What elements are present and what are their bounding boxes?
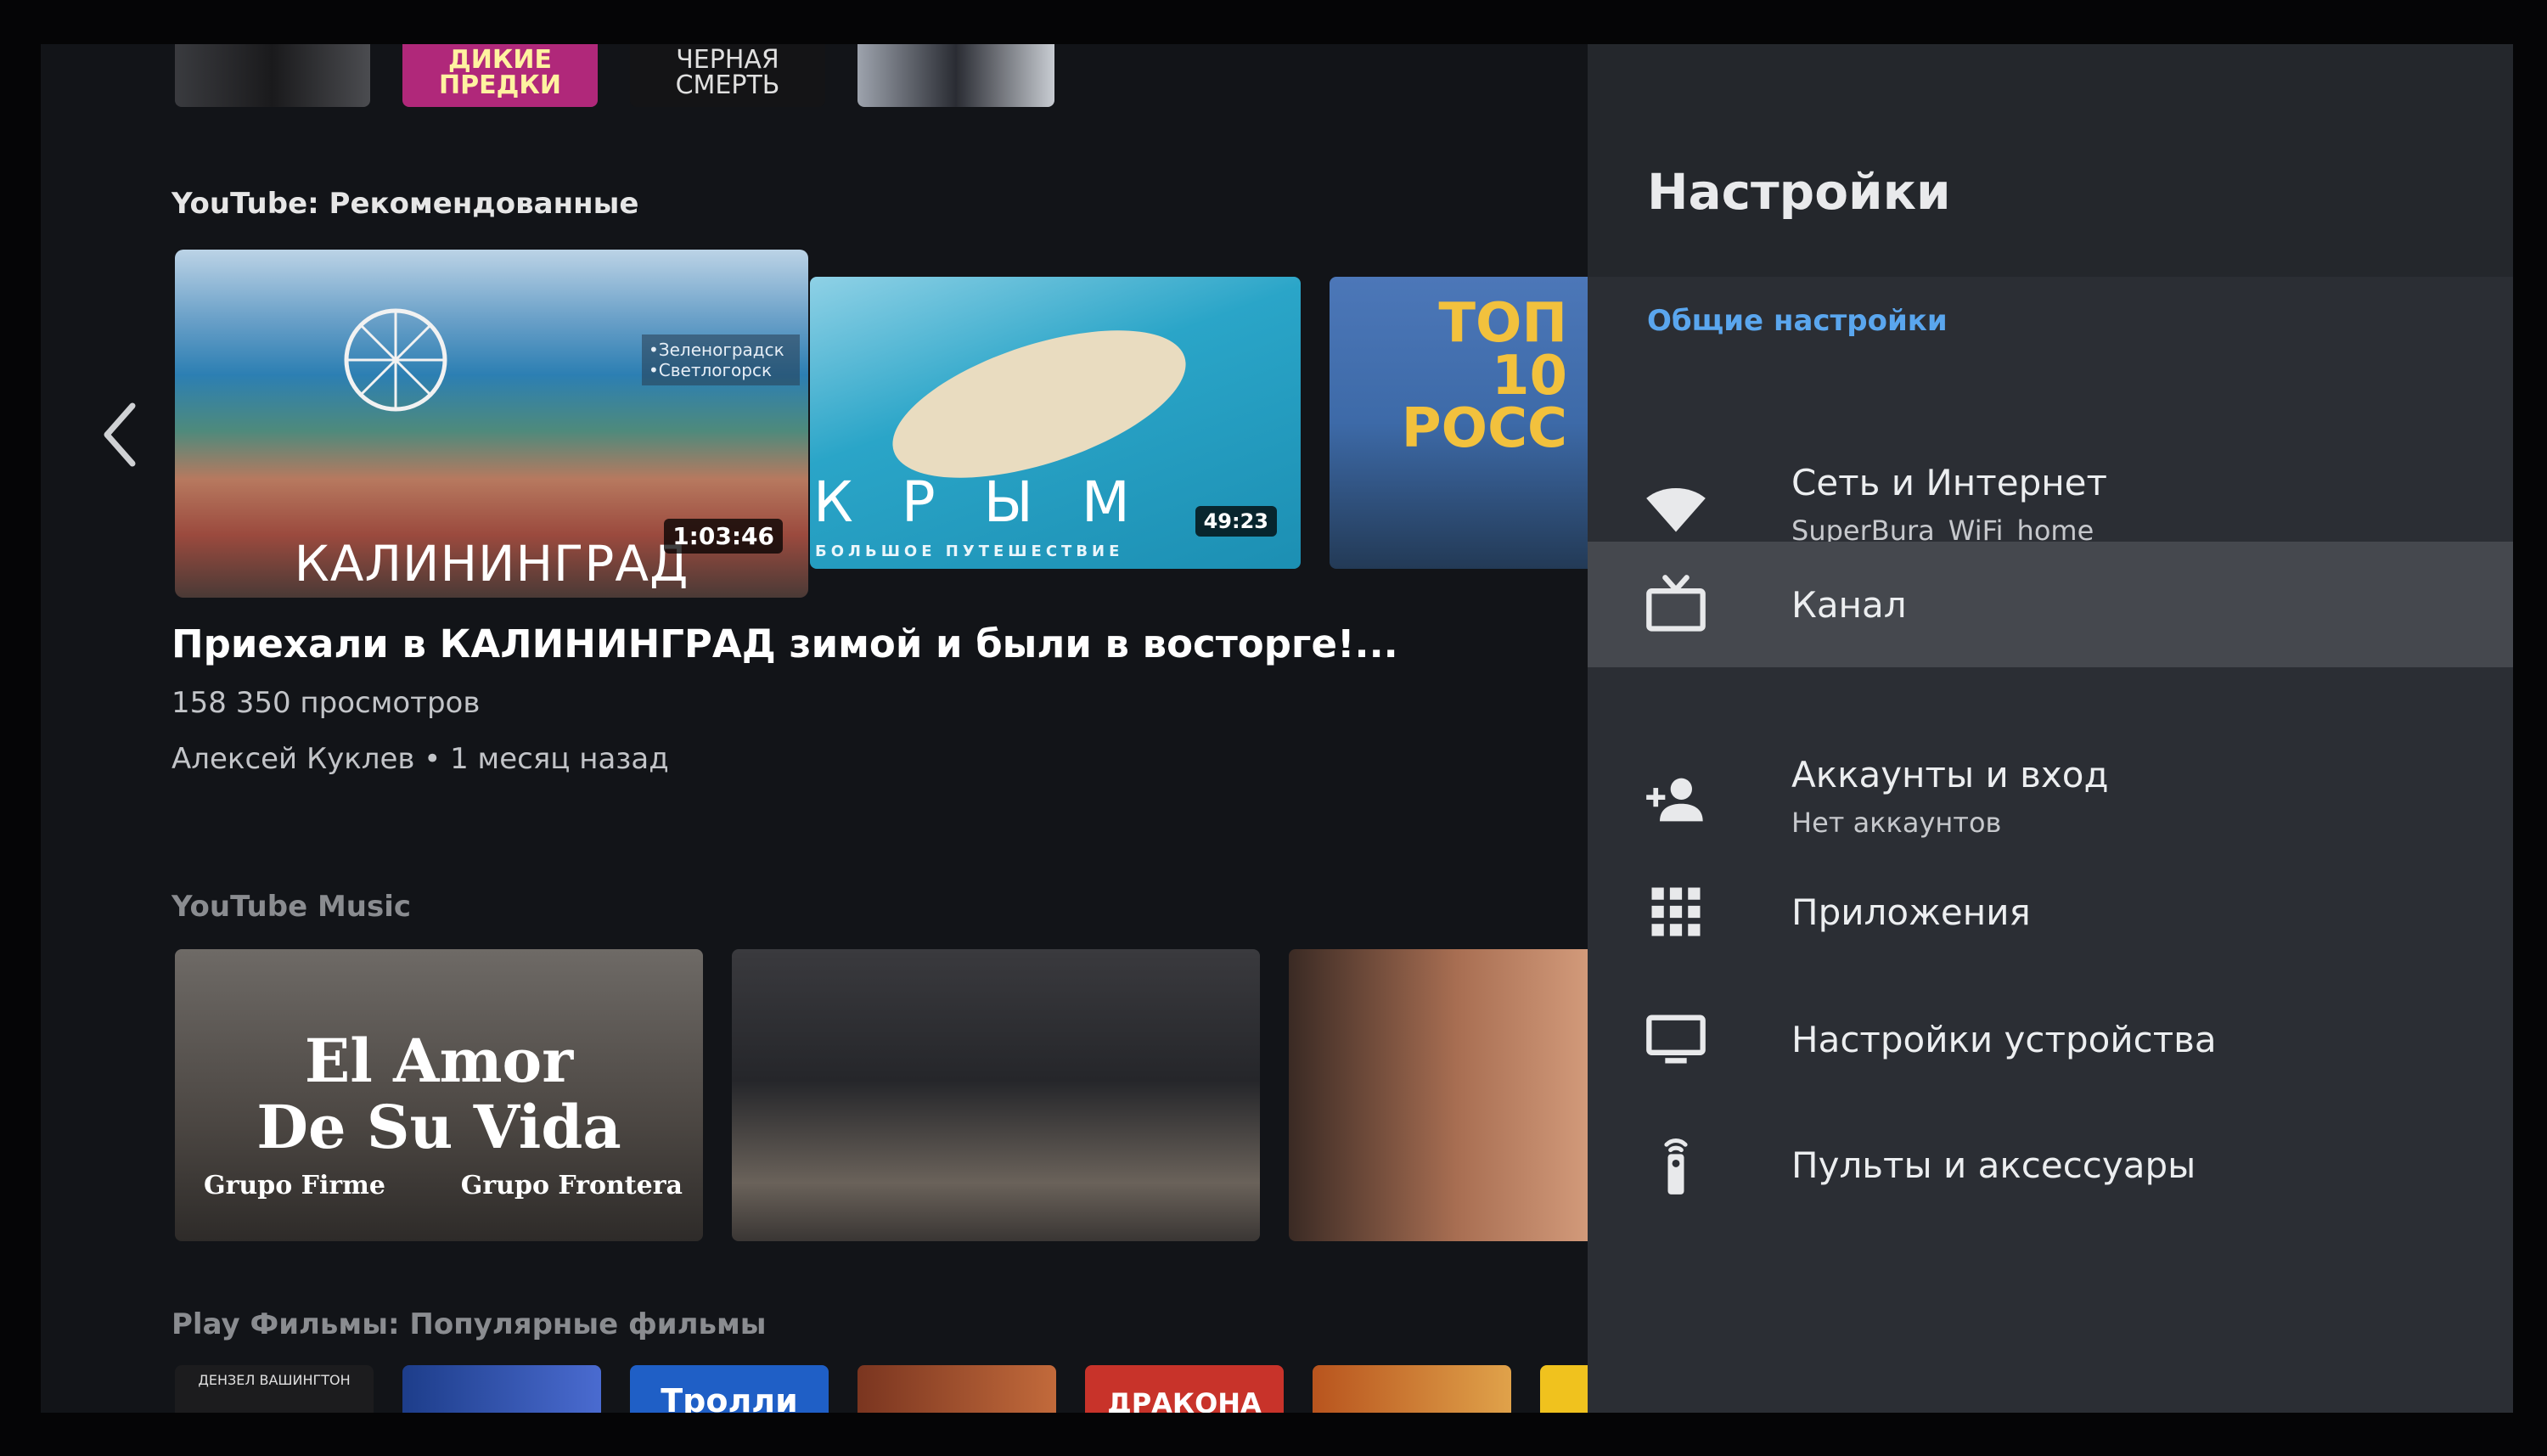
row-title-music: YouTube Music xyxy=(171,890,412,924)
apps-grid-icon xyxy=(1651,887,1701,936)
video-thumbnail-2[interactable]: К Р Ы М БОЛЬШОЕ ПУТЕШЕСТВИЕ 49:23 xyxy=(810,277,1301,569)
featured-channel-time: Алексей Куклев • 1 месяц назад xyxy=(171,742,669,776)
settings-item-device-label: Настройки устройства xyxy=(1791,1019,2217,1060)
settings-item-remotes[interactable]: Пульты и аксессуары xyxy=(1588,1102,2513,1229)
section-general-settings: Общие настройки xyxy=(1647,304,1948,338)
wifi-icon xyxy=(1646,488,1706,532)
settings-panel: Настройки Общие настройки Сеть и Интерне… xyxy=(1588,44,2513,1413)
featured-duration: 1:03:46 xyxy=(664,519,783,554)
movie-poster-1-text: ДЕНЗЕЛ ВАШИНГТОН xyxy=(198,1372,351,1388)
remote-icon xyxy=(1664,1138,1688,1195)
video-2-thumb-caption: БОЛЬШОЕ ПУТЕШЕСТВИЕ xyxy=(815,542,1124,560)
video-2-duration: 49:23 xyxy=(1195,506,1277,537)
featured-video-title: Приехали в КАЛИНИНГРАД зимой и были в во… xyxy=(171,621,1398,666)
music-card-2[interactable] xyxy=(732,949,1260,1241)
video-thumbnail-3[interactable]: ТОП 10 РОСС xyxy=(1330,277,1588,569)
movie-poster-2[interactable] xyxy=(402,1365,601,1413)
top-strip-thumb-3-text: ЧЕРНАЯ СМЕРТЬ xyxy=(675,45,780,100)
settings-title: Настройки xyxy=(1647,163,1951,221)
tv-screen: ДИКИЕ ПРЕДКИ ЧЕРНАЯ СМЕРТЬ YouTube: Реко… xyxy=(41,44,2513,1413)
music-card-1-line2: De Su Vida xyxy=(256,1092,621,1162)
music-card-1-artist-right: Grupo Frontera xyxy=(460,1171,683,1200)
settings-item-accounts-label: Аккаунты и вход xyxy=(1791,754,2109,795)
settings-item-apps[interactable]: Приложения xyxy=(1588,849,2513,976)
movie-poster-3[interactable]: Тролли xyxy=(630,1365,829,1413)
chevron-left-icon[interactable] xyxy=(92,392,151,477)
top-strip-thumb-3[interactable]: ЧЕРНАЯ СМЕРТЬ xyxy=(630,44,825,107)
top-strip-thumb-2-text: ДИКИЕ ПРЕДКИ xyxy=(439,45,561,100)
row-title-recommended: YouTube: Рекомендованные xyxy=(171,187,639,221)
featured-views: 158 350 просмотров xyxy=(171,686,481,720)
settings-item-channel-label: Канал xyxy=(1791,584,1907,626)
settings-item-remotes-label: Пульты и аксессуары xyxy=(1791,1144,2196,1186)
home-screen: ДИКИЕ ПРЕДКИ ЧЕРНАЯ СМЕРТЬ YouTube: Реко… xyxy=(41,44,1588,1413)
music-card-1[interactable]: El Amor De Su Vida Grupo Firme Grupo Fro… xyxy=(175,949,703,1241)
ferris-wheel-icon xyxy=(344,308,447,412)
music-card-3[interactable] xyxy=(1289,949,1588,1241)
featured-video-thumbnail[interactable]: •Зеленоградск •Светлогорск КАЛИНИНГРАД 1… xyxy=(175,250,808,598)
settings-item-apps-label: Приложения xyxy=(1791,891,2031,933)
settings-header: Настройки xyxy=(1588,44,2513,277)
top-strip-thumb-2[interactable]: ДИКИЕ ПРЕДКИ xyxy=(402,44,598,107)
add-person-icon xyxy=(1646,778,1703,822)
movie-poster-4[interactable] xyxy=(857,1365,1056,1413)
tv-icon xyxy=(1646,575,1706,632)
video-3-thumb-text: ТОП 10 РОСС xyxy=(1401,292,1567,460)
featured-thumb-caption: •Зеленоградск •Светлогорск xyxy=(642,334,800,385)
movie-poster-7[interactable] xyxy=(1540,1365,1588,1413)
movie-poster-6[interactable] xyxy=(1313,1365,1511,1413)
monitor-icon xyxy=(1646,1015,1706,1064)
movie-poster-3-text: Тролли xyxy=(661,1382,798,1413)
movie-poster-5[interactable]: ДРАКОНА xyxy=(1085,1365,1284,1413)
top-strip-thumb-4[interactable] xyxy=(857,44,1054,107)
music-card-1-line1: El Amor xyxy=(304,1026,574,1096)
music-card-1-artist-left: Grupo Firme xyxy=(204,1171,385,1200)
settings-item-network-label: Сеть и Интернет xyxy=(1791,462,2107,503)
row-title-movies: Play Фильмы: Популярные фильмы xyxy=(171,1307,767,1341)
video-2-thumb-text: К Р Ы М xyxy=(813,469,1145,535)
settings-item-channel[interactable]: Канал xyxy=(1588,542,2513,667)
top-strip-thumb-1[interactable] xyxy=(175,44,370,107)
settings-item-accounts-sub: Нет аккаунтов xyxy=(1791,807,2002,839)
settings-item-device[interactable]: Настройки устройства xyxy=(1588,976,2513,1104)
movie-poster-1[interactable]: ДЕНЗЕЛ ВАШИНГТОН xyxy=(175,1365,374,1413)
settings-item-accounts[interactable]: Аккаунты и вход Нет аккаунтов xyxy=(1588,737,2513,864)
movie-poster-5-text: ДРАКОНА xyxy=(1107,1387,1262,1413)
